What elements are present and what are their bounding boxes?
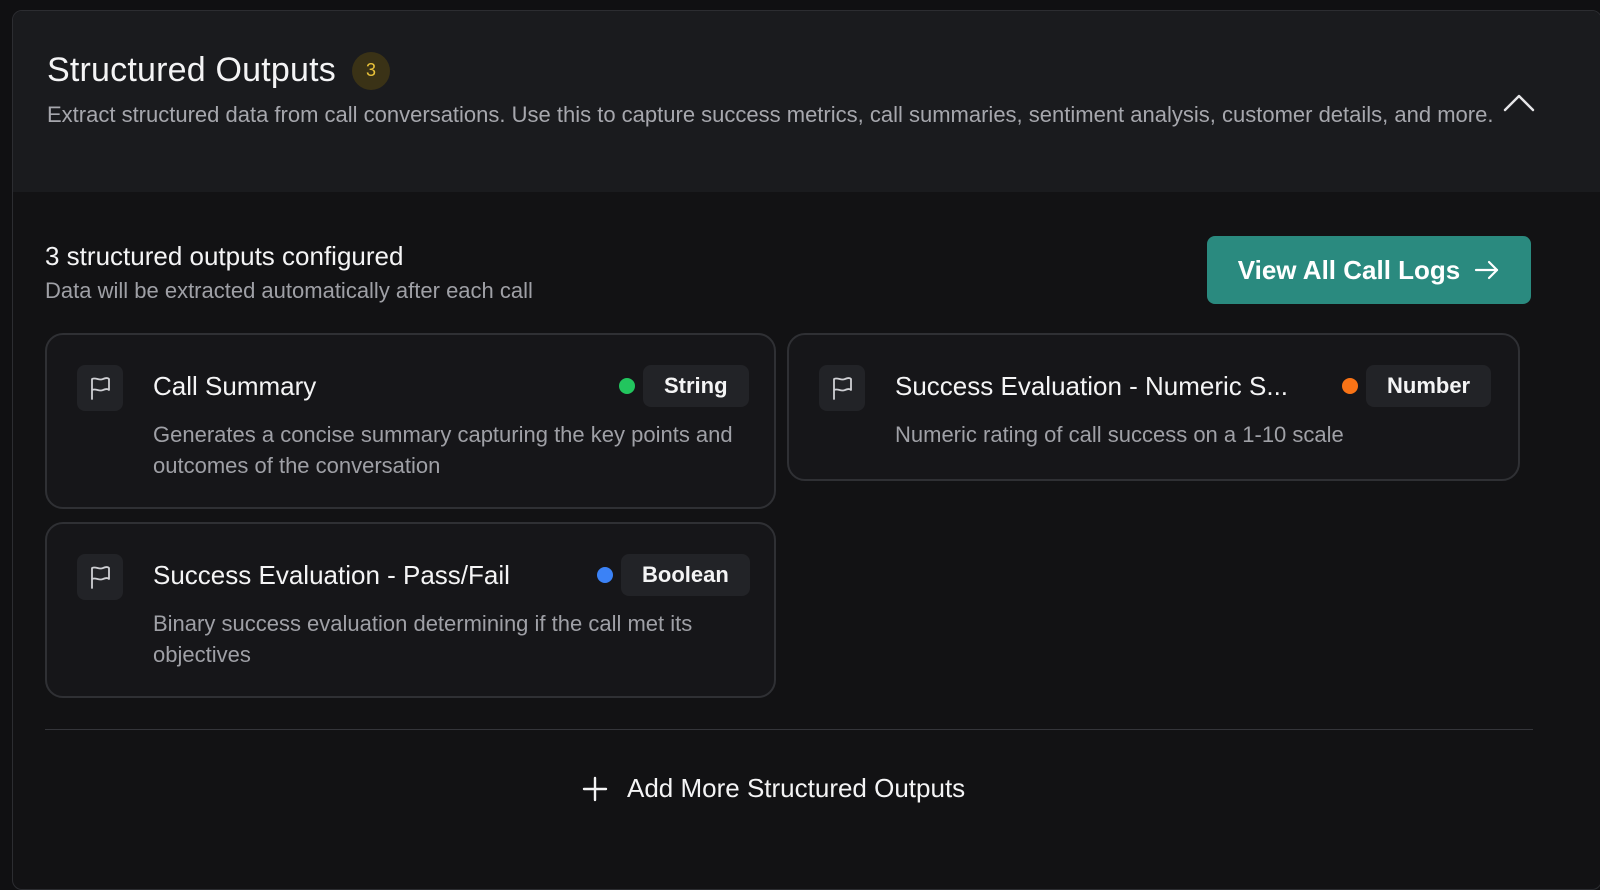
- panel-description: Extract structured data from call conver…: [47, 102, 1494, 127]
- flag-icon: [91, 377, 110, 400]
- title-row: Structured Outputs 3: [47, 51, 390, 90]
- panel-header: Structured Outputs 3 Extract structured …: [13, 11, 1600, 192]
- output-card-success-evaluation-pass-fail[interactable]: Success Evaluation - Pass/Fail Boolean B…: [45, 522, 776, 698]
- type-badge: String: [619, 365, 749, 407]
- output-title: Call Summary: [153, 371, 317, 401]
- view-all-call-logs-button[interactable]: View All Call Logs: [1207, 236, 1531, 304]
- output-title: Success Evaluation - Numeric S...: [895, 371, 1289, 401]
- collapse-button[interactable]: [1495, 81, 1543, 125]
- output-title: Success Evaluation - Pass/Fail: [153, 560, 510, 590]
- flag-icon-box: [819, 365, 865, 411]
- type-label: String: [643, 365, 749, 407]
- output-card-success-evaluation-numeric[interactable]: Success Evaluation - Numeric S... Number…: [787, 333, 1520, 481]
- flag-icon: [833, 377, 852, 400]
- panel-title: Structured Outputs: [47, 51, 336, 89]
- flag-icon: [91, 566, 110, 589]
- type-label: Boolean: [621, 554, 750, 596]
- section-divider: [45, 729, 1533, 730]
- add-more-label: Add More Structured Outputs: [627, 773, 966, 803]
- add-more-structured-outputs-button[interactable]: Add More Structured Outputs: [581, 773, 965, 804]
- flag-icon-box: [77, 554, 123, 600]
- chevron-up-icon: [1503, 94, 1535, 112]
- type-dot-orange: [1342, 378, 1358, 394]
- arrow-right-icon: [1475, 260, 1499, 280]
- output-description: Generates a concise summary capturing th…: [153, 422, 733, 478]
- structured-outputs-panel: Structured Outputs 3 Extract structured …: [12, 10, 1600, 890]
- output-card-call-summary[interactable]: Call Summary String Generates a concise …: [45, 333, 776, 509]
- type-badge: Number: [1342, 365, 1492, 407]
- outputs-summary-subtitle: Data will be extracted automatically aft…: [45, 278, 533, 303]
- type-dot-blue: [597, 567, 613, 583]
- plus-icon: [582, 776, 608, 801]
- view-all-call-logs-label: View All Call Logs: [1237, 254, 1461, 285]
- output-description: Numeric rating of call success on a 1-10…: [895, 422, 1344, 447]
- output-description: Binary success evaluation determining if…: [153, 611, 693, 667]
- type-badge: Boolean: [597, 554, 750, 596]
- type-label: Number: [1366, 365, 1492, 407]
- type-dot-green: [619, 378, 635, 394]
- outputs-summary-title: 3 structured outputs configured: [45, 241, 404, 271]
- flag-icon-box: [77, 365, 123, 411]
- count-badge: 3: [351, 51, 390, 90]
